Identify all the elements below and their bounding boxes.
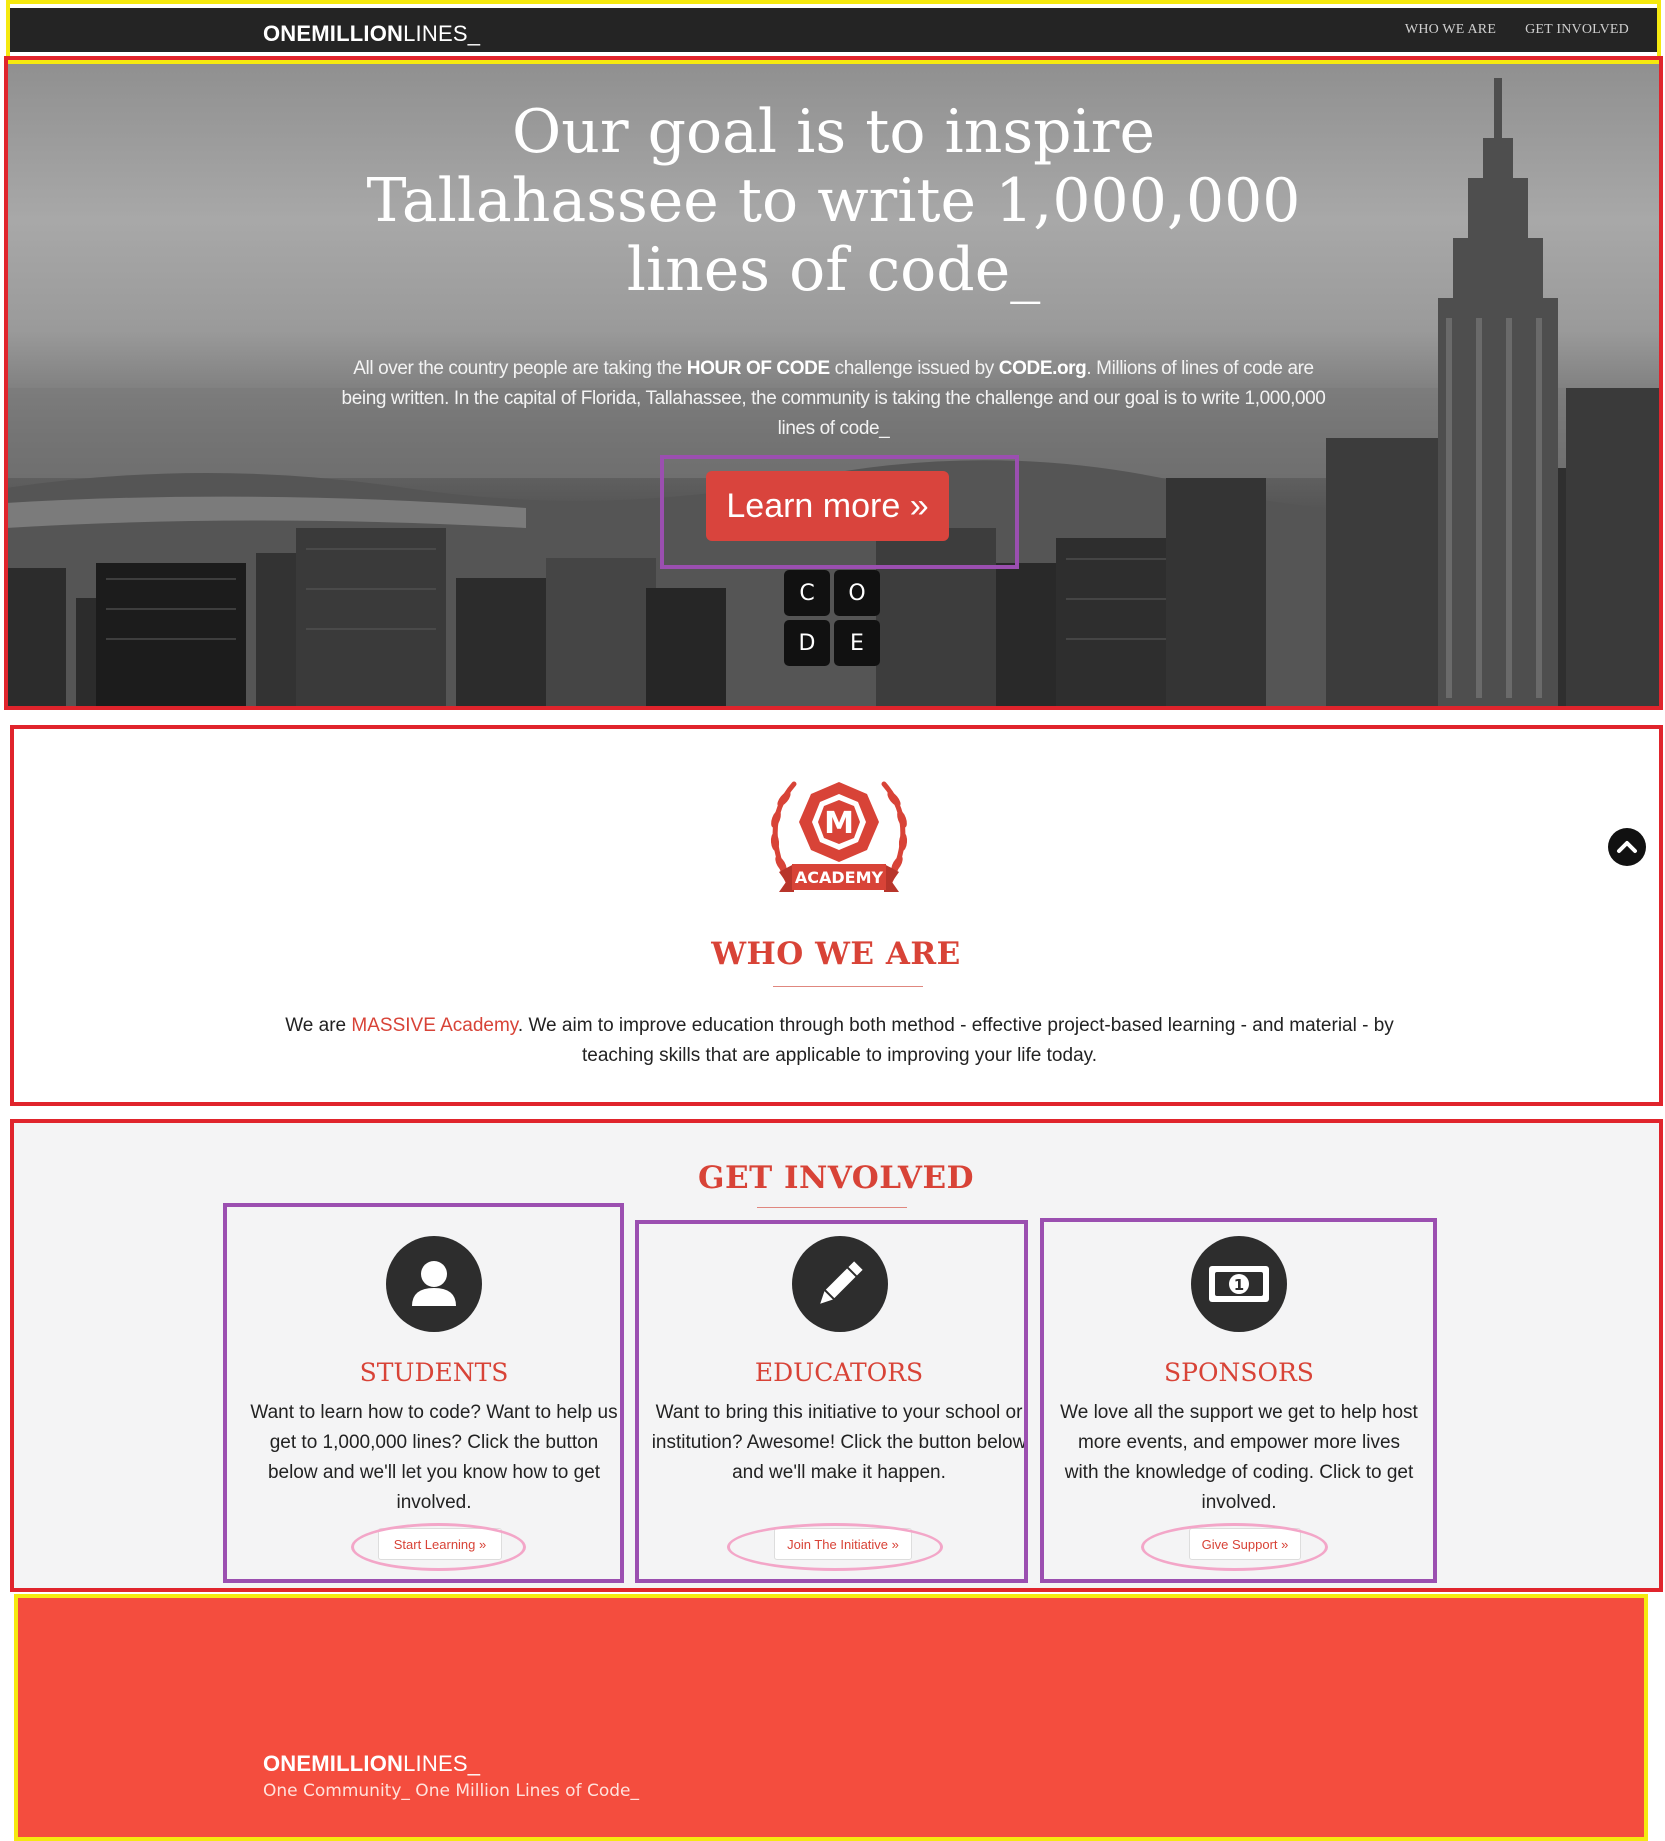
hero-description: All over the country people are taking t… bbox=[336, 354, 1331, 444]
code-logo-letter: E bbox=[834, 620, 880, 666]
nav-link-who-we-are[interactable]: WHO WE ARE bbox=[1405, 22, 1496, 38]
laurel-badge-icon: M ACADEMY bbox=[770, 781, 908, 892]
code-org-label: CODE.org bbox=[998, 358, 1087, 379]
sponsors-text: We love all the support we get to help h… bbox=[1060, 1402, 1418, 1513]
code-logo-letter: D bbox=[784, 620, 830, 666]
sponsors-title: SPONSORS bbox=[1164, 1358, 1314, 1387]
footer-brand-light: LINES_ bbox=[403, 1751, 481, 1776]
hero-title-line: lines of code_ bbox=[626, 235, 1041, 305]
learn-more-button[interactable]: Learn more » bbox=[706, 471, 949, 541]
top-navbar: ONEMILLIONLINES_ WHO WE ARE GET INVOLVED bbox=[8, 8, 1658, 52]
who-we-are-description: We are MASSIVE Academy. We aim to improv… bbox=[252, 1011, 1427, 1071]
join-initiative-button[interactable]: Join The Initiative » bbox=[774, 1528, 912, 1560]
hero-title-line: Tallahassee to write 1,000,000 bbox=[366, 166, 1301, 236]
footer: ONEMILLIONLINES_ One Community_ One Mill… bbox=[16, 1596, 1646, 1839]
students-icon-circle bbox=[386, 1236, 482, 1332]
hero-title: Our goal is to inspire Tallahassee to wr… bbox=[6, 98, 1661, 305]
hero-title-line: Our goal is to inspire bbox=[512, 97, 1155, 167]
students-card: STUDENTS Want to learn how to code? Want… bbox=[244, 1236, 624, 1576]
get-involved-section: GET INVOLVED STUDENTS Want to learn how … bbox=[12, 1120, 1660, 1590]
who-we-are-section: M ACADEMY WHO WE ARE We are MASSIVE Acad… bbox=[12, 724, 1660, 1099]
badge-letter: M bbox=[824, 806, 854, 841]
nav-links: WHO WE ARE GET INVOLVED bbox=[1405, 8, 1658, 52]
badge-label: ACADEMY bbox=[795, 868, 884, 887]
academy-badge-logo: M ACADEMY bbox=[754, 764, 924, 914]
chevron-up-icon bbox=[1617, 841, 1637, 853]
hero-section: Our goal is to inspire Tallahassee to wr… bbox=[6, 58, 1661, 707]
brand-logo[interactable]: ONEMILLIONLINES_ bbox=[263, 21, 480, 47]
money-icon: 1 bbox=[1209, 1266, 1269, 1302]
give-support-button[interactable]: Give Support » bbox=[1189, 1528, 1301, 1560]
brand-bold: ONEMILLION bbox=[263, 21, 404, 46]
scroll-to-top-button[interactable] bbox=[1608, 828, 1646, 866]
educators-icon-circle bbox=[792, 1236, 888, 1332]
footer-brand-logo[interactable]: ONEMILLIONLINES_ bbox=[263, 1751, 480, 1777]
sponsors-card: 1 SPONSORS We love all the support we ge… bbox=[1049, 1236, 1429, 1576]
code-logo-letter: O bbox=[834, 570, 880, 616]
nav-link-get-involved[interactable]: GET INVOLVED bbox=[1525, 22, 1629, 38]
sponsors-icon-circle: 1 bbox=[1191, 1236, 1287, 1332]
educators-text: Want to bring this initiative to your sc… bbox=[651, 1402, 1027, 1483]
title-divider bbox=[757, 1207, 907, 1208]
footer-tagline: One Community_ One Million Lines of Code… bbox=[263, 1781, 639, 1801]
pencil-icon bbox=[820, 1261, 863, 1304]
students-text: Want to learn how to code? Want to help … bbox=[250, 1402, 618, 1513]
who-we-are-title: WHO WE ARE bbox=[711, 936, 961, 972]
code-org-logo[interactable]: C O D E bbox=[784, 570, 880, 666]
educators-title: EDUCATORS bbox=[754, 1358, 924, 1387]
footer-brand-bold: ONEMILLION bbox=[263, 1751, 404, 1776]
start-learning-button[interactable]: Start Learning » bbox=[378, 1528, 502, 1560]
students-title: STUDENTS bbox=[359, 1358, 509, 1387]
title-divider bbox=[773, 986, 923, 987]
hour-of-code-label: HOUR OF CODE bbox=[686, 358, 830, 379]
svg-text:1: 1 bbox=[1234, 1276, 1244, 1294]
massive-academy-link[interactable]: MASSIVE Academy bbox=[351, 1015, 518, 1036]
code-logo-letter: C bbox=[784, 570, 830, 616]
hero-text-part: challenge issued by bbox=[829, 358, 999, 379]
who-text-part: We are bbox=[285, 1015, 352, 1036]
brand-light: LINES_ bbox=[403, 21, 481, 46]
user-icon bbox=[412, 1261, 456, 1306]
get-involved-title: GET INVOLVED bbox=[698, 1160, 974, 1196]
who-text-part: . We aim to improve education through bo… bbox=[517, 1015, 1394, 1066]
educators-card: EDUCATORS Want to bring this initiative … bbox=[649, 1236, 1029, 1576]
hero-text-part: All over the country people are taking t… bbox=[353, 358, 687, 379]
